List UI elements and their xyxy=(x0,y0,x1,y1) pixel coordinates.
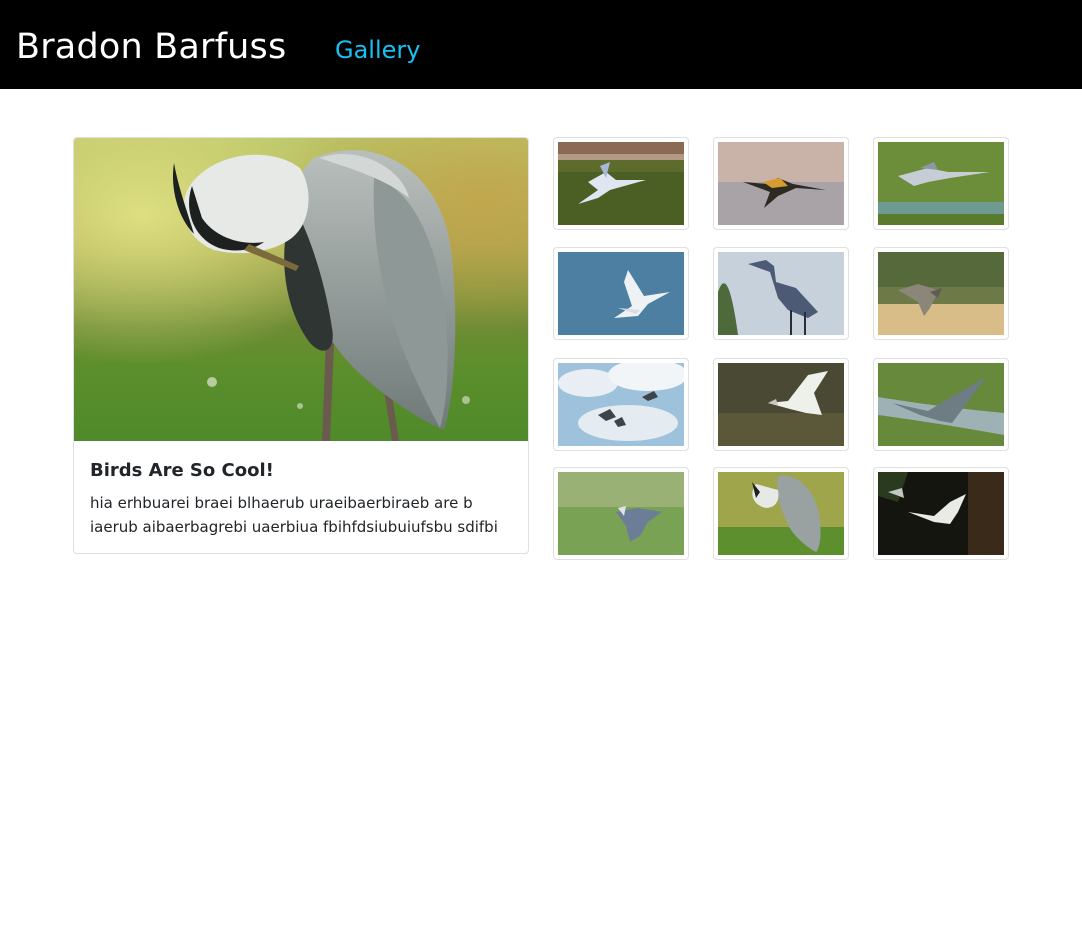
heron-low-flight-grass-photo xyxy=(558,472,684,555)
heron-preening-photo xyxy=(74,138,528,441)
navbar: Bradon Barfuss Gallery xyxy=(0,0,1082,89)
gallery-thumbnail[interactable] xyxy=(873,467,1009,560)
gallery-thumbnail[interactable] xyxy=(713,247,849,340)
gallery-thumbnail[interactable] xyxy=(713,358,849,451)
heron-sunset-flight-photo xyxy=(718,142,844,225)
gallery-thumbnail[interactable] xyxy=(713,467,849,560)
featured-card-text: hia erhbuarei braei blhaerub uraeibaerbi… xyxy=(90,494,498,536)
nav-link-gallery[interactable]: Gallery xyxy=(335,34,420,66)
birds-in-clouds-photo xyxy=(558,363,684,446)
brand-title[interactable]: Bradon Barfuss xyxy=(16,24,286,70)
egret-dark-field-photo xyxy=(718,363,844,446)
great-blue-heron-standing-photo xyxy=(718,252,844,335)
gallery-thumbnail[interactable] xyxy=(713,137,849,230)
gallery-thumbnail[interactable] xyxy=(553,247,689,340)
gallery-thumbnail[interactable] xyxy=(553,358,689,451)
featured-card-title: Birds Are So Cool! xyxy=(90,460,274,481)
heron-flying-over-water-photo xyxy=(558,142,684,225)
featured-image[interactable] xyxy=(74,138,528,441)
heron-preening-thumb-photo xyxy=(718,472,844,555)
featured-card-body: Birds Are So Cool! hia erhbuarei braei b… xyxy=(74,441,528,539)
gallery-thumbnail[interactable] xyxy=(873,358,1009,451)
heron-flying-over-green-water-photo xyxy=(878,142,1004,225)
egret-blue-sky-photo xyxy=(558,252,684,335)
egret-dark-water-photo xyxy=(878,472,1004,555)
gallery-thumbnail[interactable] xyxy=(873,137,1009,230)
gallery-thumbnail[interactable] xyxy=(873,247,1009,340)
featured-card: Birds Are So Cool! hia erhbuarei braei b… xyxy=(73,137,529,554)
heron-landing-stream-photo xyxy=(878,363,1004,446)
gallery-thumbnail[interactable] xyxy=(553,467,689,560)
heron-over-reeds-photo xyxy=(878,252,1004,335)
gallery-thumbnail[interactable] xyxy=(553,137,689,230)
